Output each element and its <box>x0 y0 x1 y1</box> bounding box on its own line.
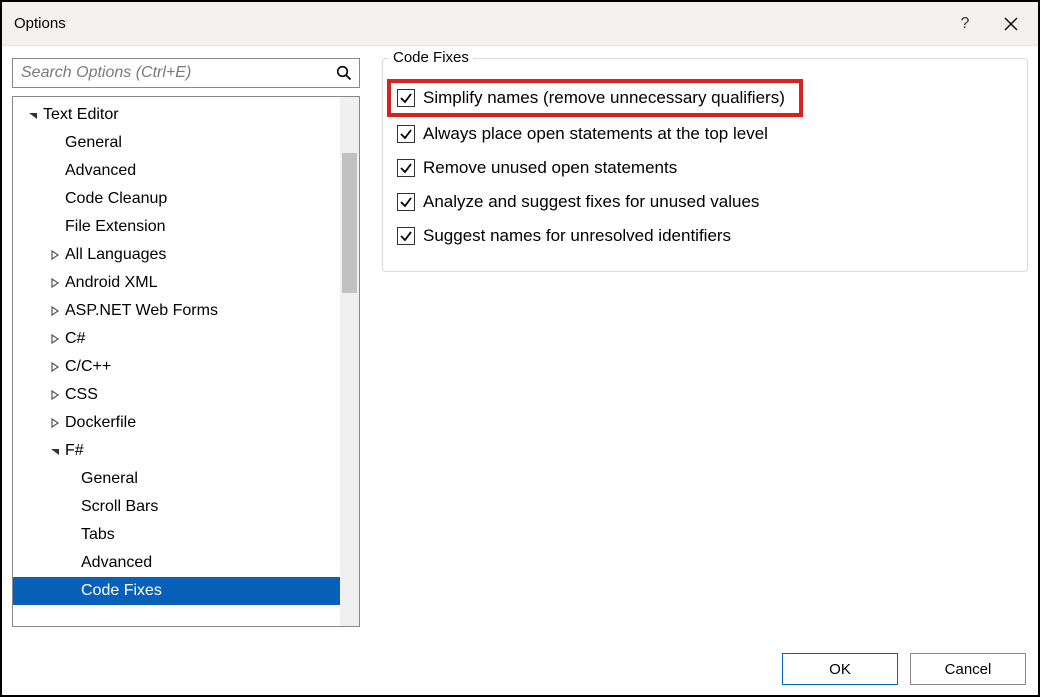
tree-item[interactable]: Android XML <box>13 269 359 297</box>
caret-closed-icon <box>49 333 61 345</box>
tree-item[interactable]: F# <box>13 437 359 465</box>
check-row: Simplify names (remove unnecessary quali… <box>387 79 803 117</box>
tree-label: Tabs <box>81 526 115 544</box>
tree-item[interactable]: C# <box>13 325 359 353</box>
check-row: Suggest names for unresolved identifiers <box>397 219 1013 253</box>
groupbox-code-fixes: Code Fixes Simplify names (remove unnece… <box>382 58 1028 272</box>
tree: Text Editor General Advanced Code Cleanup Fi… <box>12 96 360 627</box>
caret-open-icon <box>27 109 39 121</box>
dialog-buttons: OK Cancel <box>782 653 1026 685</box>
tree-item[interactable]: Scroll Bars <box>13 493 359 521</box>
tree-label: All Languages <box>65 246 166 264</box>
tree-label: C# <box>65 330 85 348</box>
caret-closed-icon <box>49 305 61 317</box>
checkbox[interactable] <box>397 125 415 143</box>
tree-label: Advanced <box>65 162 136 180</box>
tree-item[interactable]: Code Cleanup <box>13 185 359 213</box>
check-label: Analyze and suggest fixes for unused val… <box>423 192 759 212</box>
caret-closed-icon <box>49 389 61 401</box>
tree-item-text-editor[interactable]: Text Editor <box>13 101 359 129</box>
tree-label: File Extension <box>65 218 166 236</box>
caret-closed-icon <box>49 277 61 289</box>
search-input[interactable] <box>13 59 329 87</box>
tree-item[interactable]: Code Fixes <box>13 577 359 605</box>
window-title: Options <box>14 15 942 32</box>
tree-item[interactable]: File Extension <box>13 213 359 241</box>
tree-label: Text Editor <box>43 106 119 124</box>
tree-item[interactable]: ASP.NET Web Forms <box>13 297 359 325</box>
search-icon[interactable] <box>329 65 359 81</box>
caret-closed-icon <box>49 361 61 373</box>
tree-item[interactable]: Advanced <box>13 157 359 185</box>
check-row: Analyze and suggest fixes for unused val… <box>397 185 1013 219</box>
caret-closed-icon <box>49 249 61 261</box>
tree-item[interactable]: C/C++ <box>13 353 359 381</box>
group-label: Code Fixes <box>389 49 473 66</box>
caret-closed-icon <box>49 417 61 429</box>
titlebar: Options ? <box>2 2 1038 46</box>
check-row: Remove unused open statements <box>397 151 1013 185</box>
help-button[interactable]: ? <box>942 2 988 46</box>
tree-label: Android XML <box>65 274 158 292</box>
check-label: Remove unused open statements <box>423 158 677 178</box>
close-button[interactable] <box>988 2 1034 46</box>
scrollbar[interactable] <box>340 97 359 626</box>
ok-button[interactable]: OK <box>782 653 898 685</box>
tree-label: General <box>81 470 138 488</box>
check-label: Suggest names for unresolved identifiers <box>423 226 731 246</box>
tree-item[interactable]: All Languages <box>13 241 359 269</box>
check-label: Simplify names (remove unnecessary quali… <box>423 88 785 108</box>
cancel-button[interactable]: Cancel <box>910 653 1026 685</box>
close-icon <box>1004 17 1018 31</box>
tree-item[interactable]: General <box>13 129 359 157</box>
check-row: Always place open statements at the top … <box>397 117 1013 151</box>
check-label: Always place open statements at the top … <box>423 124 768 144</box>
tree-item[interactable]: CSS <box>13 381 359 409</box>
tree-item[interactable]: General <box>13 465 359 493</box>
right-panel: Code Fixes Simplify names (remove unnece… <box>382 58 1028 627</box>
left-panel: Text Editor General Advanced Code Cleanup Fi… <box>12 58 360 627</box>
checkbox[interactable] <box>397 227 415 245</box>
checkbox[interactable] <box>397 89 415 107</box>
scroll-thumb[interactable] <box>342 153 357 293</box>
tree-item[interactable]: Advanced <box>13 549 359 577</box>
checkbox[interactable] <box>397 193 415 211</box>
tree-label: CSS <box>65 386 98 404</box>
tree-label: General <box>65 134 122 152</box>
checkbox[interactable] <box>397 159 415 177</box>
tree-item[interactable]: Dockerfile <box>13 409 359 437</box>
tree-item[interactable]: Tabs <box>13 521 359 549</box>
tree-label: F# <box>65 442 84 460</box>
tree-label: Code Fixes <box>81 582 162 600</box>
tree-label: Code Cleanup <box>65 190 167 208</box>
tree-label: Scroll Bars <box>81 498 158 516</box>
tree-label: Dockerfile <box>65 414 136 432</box>
caret-open-icon <box>49 445 61 457</box>
tree-label: Advanced <box>81 554 152 572</box>
search-wrap <box>12 58 360 88</box>
tree-label: ASP.NET Web Forms <box>65 302 218 320</box>
tree-label: C/C++ <box>65 358 111 376</box>
